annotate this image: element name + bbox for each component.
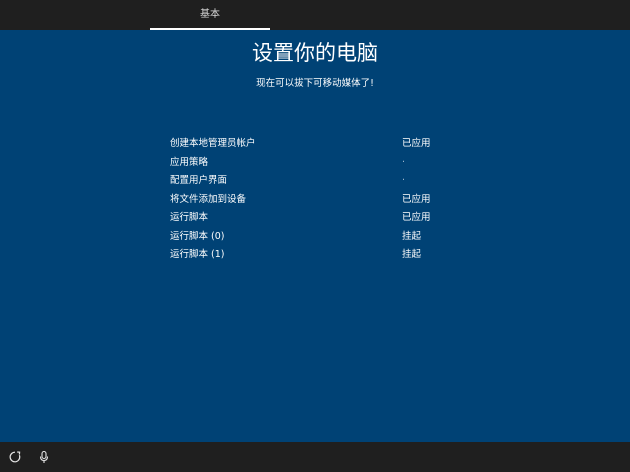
main-area: 设置你的电脑 现在可以拔下可移动媒体了! 创建本地管理员帐户 已应用 应用策略 … <box>0 30 630 442</box>
top-bar: 基本 <box>0 0 630 30</box>
task-row: 配置用户界面 · <box>170 174 460 193</box>
tab-basic[interactable]: 基本 <box>150 0 270 30</box>
task-label: 配置用户界面 <box>170 175 228 186</box>
task-status: 挂起 <box>402 230 422 242</box>
task-label: 运行脚本 <box>170 212 209 223</box>
task-row: 应用策略 · <box>170 156 460 175</box>
task-status: · <box>402 156 406 168</box>
ease-of-access-icon[interactable] <box>8 450 22 464</box>
subtitle: 现在可以拔下可移动媒体了! <box>256 78 374 89</box>
microphone-icon[interactable] <box>37 450 51 464</box>
task-status: 挂起 <box>402 249 422 260</box>
task-label: 运行脚本 (1) <box>170 249 225 260</box>
task-row: 创建本地管理员帐户 已应用 <box>170 137 460 156</box>
task-status: 已应用 <box>402 138 431 149</box>
task-status-list: 创建本地管理员帐户 已应用 应用策略 · 配置用户界面 · 将文件添加到设备 已… <box>170 137 460 267</box>
bottom-bar <box>0 442 630 472</box>
task-status: · <box>402 175 406 186</box>
task-label: 应用策略 <box>170 156 209 168</box>
task-row: 运行脚本 已应用 <box>170 211 460 230</box>
task-row: 将文件添加到设备 已应用 <box>170 193 460 212</box>
task-status: 已应用 <box>402 193 431 205</box>
task-label: 创建本地管理员帐户 <box>170 138 256 149</box>
task-row: 运行脚本 (0) 挂起 <box>170 230 460 249</box>
task-label: 将文件添加到设备 <box>170 193 247 205</box>
task-label: 运行脚本 (0) <box>170 230 225 242</box>
page-title: 设置你的电脑 <box>252 41 378 65</box>
task-status: 已应用 <box>402 212 431 223</box>
task-row: 运行脚本 (1) 挂起 <box>170 248 460 267</box>
